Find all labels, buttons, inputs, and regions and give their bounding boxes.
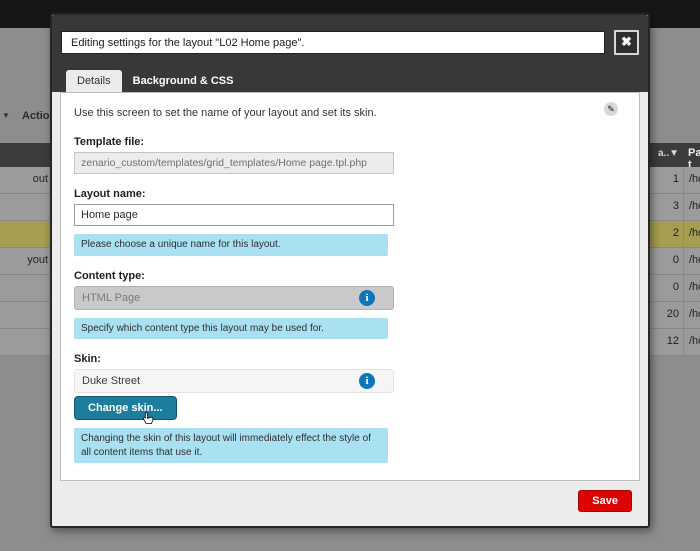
row-path-cell: /home	[689, 308, 700, 320]
row-path-cell: /home	[689, 227, 700, 239]
content-type-note: Specify which content type this layout m…	[74, 318, 388, 340]
info-icon[interactable]: i	[359, 290, 375, 306]
row-path-cell: /home	[689, 335, 700, 347]
dialog-header: ✖ Details Background & CSS	[52, 15, 648, 92]
column-divider	[683, 302, 684, 329]
row-path-cell: /home	[689, 173, 700, 185]
dialog-title-field[interactable]	[61, 31, 605, 54]
row-path-cell: /home	[689, 281, 700, 293]
content-type-value: HTML Page	[82, 292, 140, 304]
mouse-hand-cursor-icon	[139, 411, 156, 430]
pencil-icon[interactable]: ✎	[604, 102, 618, 116]
info-icon[interactable]: i	[359, 373, 375, 389]
save-button[interactable]: Save	[578, 490, 632, 512]
layout-name-input[interactable]	[74, 204, 394, 226]
change-skin-button[interactable]: Change skin...	[74, 396, 177, 420]
column-divider	[683, 329, 684, 356]
layout-name-label: Layout name:	[74, 188, 625, 200]
row-path-cell: /home	[689, 254, 700, 266]
tab-bar: Details Background & CSS	[61, 68, 639, 92]
template-file-field	[74, 152, 394, 174]
row-path-cell: /home	[689, 200, 700, 212]
dropdown-arrow-icon: ▼	[2, 111, 10, 120]
tab-background-and-css[interactable]: Background & CSS	[122, 70, 245, 92]
layout-settings-dialog: ✖ Details Background & CSS ✎ Use this sc…	[50, 13, 650, 528]
template-file-label: Template file:	[74, 136, 625, 148]
close-icon[interactable]: ✖	[614, 30, 639, 55]
layout-name-note: Please choose a unique name for this lay…	[74, 234, 388, 256]
content-type-label: Content type:	[74, 270, 625, 282]
column-divider	[683, 275, 684, 302]
column-divider	[683, 221, 684, 248]
content-type-field: HTML Page i	[74, 286, 394, 310]
skin-label: Skin:	[74, 353, 625, 365]
tab-details[interactable]: Details	[66, 70, 122, 92]
details-panel: ✎ Use this screen to set the name of you…	[60, 92, 640, 481]
skin-value: Duke Street	[82, 375, 140, 387]
dialog-body: ✎ Use this screen to set the name of you…	[52, 92, 648, 481]
intro-text: Use this screen to set the name of your …	[74, 107, 625, 119]
column-divider	[683, 248, 684, 275]
skin-note: Changing the skin of this layout will im…	[74, 428, 388, 463]
row-name-fragment: out	[0, 173, 48, 185]
skin-field: Duke Street i	[74, 369, 394, 393]
column-divider	[683, 194, 684, 221]
column-divider	[683, 167, 684, 194]
row-name-fragment: yout	[0, 254, 48, 266]
dialog-footer: Save	[52, 481, 648, 512]
